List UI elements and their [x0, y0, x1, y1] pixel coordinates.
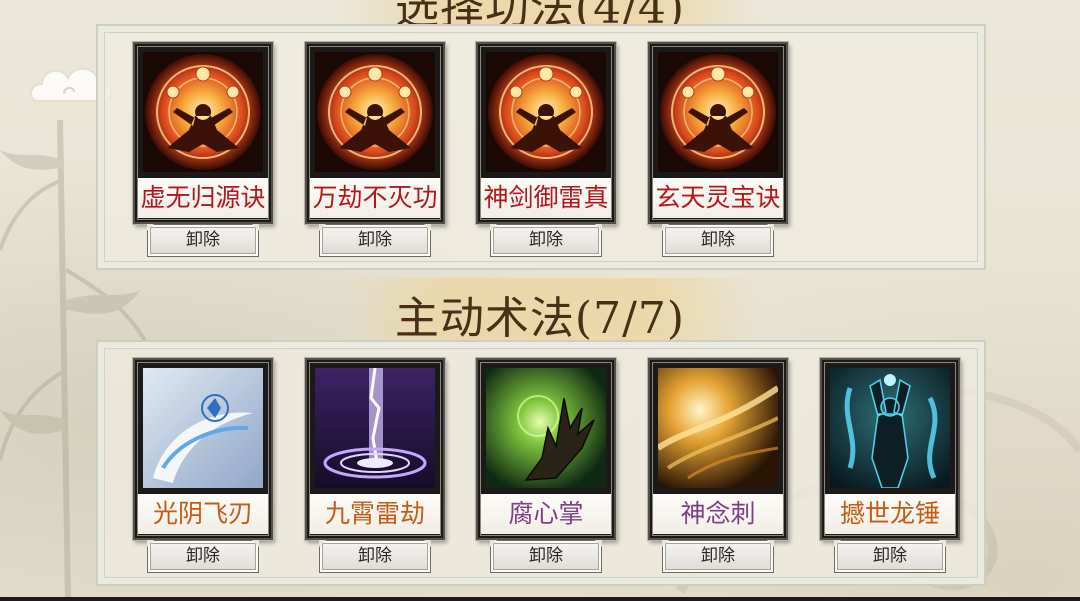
- green-poison-palm-icon: [486, 368, 606, 488]
- unequip-button[interactable]: 卸除: [147, 224, 259, 257]
- card-frame: 万劫不灭功: [305, 42, 445, 224]
- skill-name: 神剑御雷真: [481, 178, 611, 218]
- purple-lightning-circle-icon: [315, 368, 435, 488]
- unequip-button[interactable]: 卸除: [319, 540, 431, 573]
- skill-name: 虚无归源诀: [138, 178, 268, 218]
- card-frame: 玄天灵宝诀: [648, 42, 788, 224]
- card-frame: 九霄雷劫: [305, 358, 445, 540]
- skill-name: 光阴飞刃: [138, 494, 268, 534]
- blue-wind-blade-icon: [143, 368, 263, 488]
- skill-name: 撼世龙锤: [825, 494, 955, 534]
- unequip-button[interactable]: 卸除: [662, 540, 774, 573]
- card-frame: 神念刺: [648, 358, 788, 540]
- meditating-monk-fire-icon: [658, 52, 778, 172]
- meditating-monk-fire-icon: [486, 52, 606, 172]
- card-frame: 光阴飞刃: [133, 358, 273, 540]
- card-frame: 神剑御雷真: [476, 42, 616, 224]
- unequip-button[interactable]: 卸除: [490, 224, 602, 257]
- card-frame: 腐心掌: [476, 358, 616, 540]
- bottom-edge-bar: [0, 597, 1080, 601]
- skill-name: 九霄雷劫: [310, 494, 440, 534]
- unequip-button[interactable]: 卸除: [834, 540, 946, 573]
- skill-name: 万劫不灭功: [310, 178, 440, 218]
- unequip-button[interactable]: 卸除: [147, 540, 259, 573]
- skill-name: 神念刺: [653, 494, 783, 534]
- cyan-water-warrior-icon: [830, 368, 950, 488]
- card-frame: 虚无归源诀: [133, 42, 273, 224]
- meditating-monk-fire-icon: [315, 52, 435, 172]
- golden-spirit-stream-icon: [658, 368, 778, 488]
- meditating-monk-fire-icon: [143, 52, 263, 172]
- unequip-button[interactable]: 卸除: [490, 540, 602, 573]
- active-section-title: 主动术法(7/7): [394, 293, 686, 344]
- skill-name: 腐心掌: [481, 494, 611, 534]
- skill-name: 玄天灵宝诀: [653, 178, 783, 218]
- card-frame: 撼世龙锤: [820, 358, 960, 540]
- unequip-button[interactable]: 卸除: [662, 224, 774, 257]
- unequip-button[interactable]: 卸除: [319, 224, 431, 257]
